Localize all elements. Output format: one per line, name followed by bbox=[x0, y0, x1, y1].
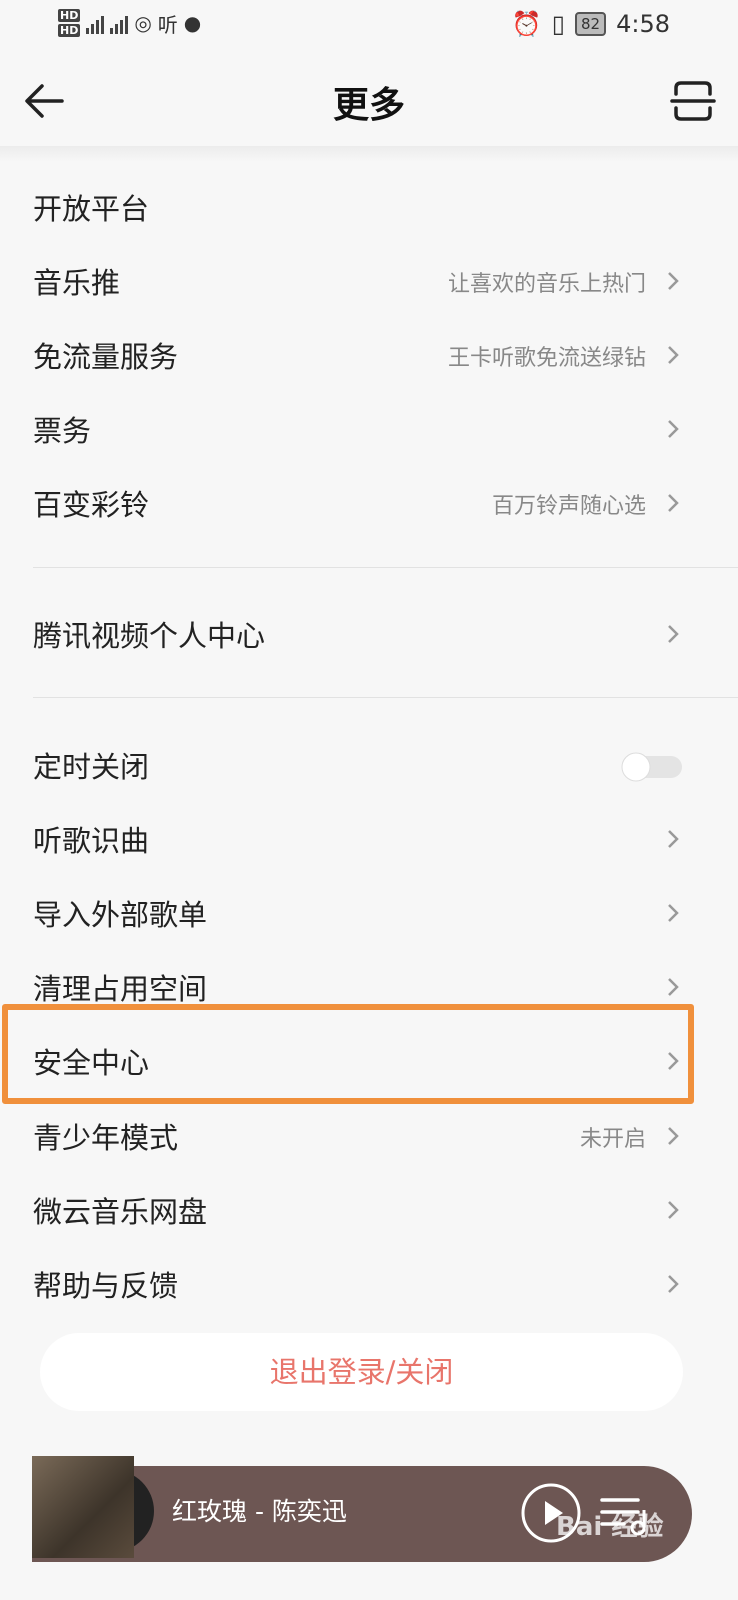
chevron-right-icon bbox=[668, 978, 679, 996]
page-title: 更多 bbox=[332, 85, 405, 126]
status-bar: HD HD ◎ 听 ● ⏰ ▯ 82 4:58 bbox=[0, 0, 738, 56]
menu-item-label: 清理占用空间 bbox=[33, 972, 208, 1006]
battery-indicator: 82 bbox=[575, 12, 607, 36]
section-divider bbox=[33, 567, 738, 568]
status-right: ⏰ ▯ 82 4:58 bbox=[512, 10, 670, 38]
status-left: HD HD ◎ 听 ● bbox=[58, 8, 201, 38]
menu-item-import-playlist[interactable]: 导入外部歌单 bbox=[0, 876, 738, 950]
chevron-right-icon bbox=[668, 346, 679, 364]
scan-icon[interactable] bbox=[670, 78, 716, 124]
logout-label: 退出登录/关闭 bbox=[269, 1355, 454, 1389]
menu-item-help-feedback[interactable]: 帮助与反馈 bbox=[0, 1247, 738, 1321]
now-playing-title[interactable]: 红玫瑰 - 陈奕迅 bbox=[172, 1492, 347, 1528]
highlight-box bbox=[2, 1004, 694, 1104]
menu-item-label: 帮助与反馈 bbox=[33, 1269, 179, 1303]
menu-item-label: 定时关闭 bbox=[33, 750, 150, 784]
hd-badges: HD HD bbox=[58, 8, 81, 38]
listen-app-icon: 听 bbox=[157, 12, 178, 37]
menu-item-label: 音乐推 bbox=[33, 266, 121, 300]
chevron-right-icon bbox=[668, 272, 679, 290]
menu-item-youth-mode[interactable]: 青少年模式 未开启 bbox=[0, 1099, 738, 1173]
hd-badge: HD bbox=[58, 9, 81, 22]
vibrate-icon: ▯ bbox=[551, 10, 565, 38]
album-cover[interactable] bbox=[32, 1456, 134, 1558]
menu-item-tencent-video[interactable]: 腾讯视频个人中心 bbox=[0, 597, 738, 671]
menu-item-music-push[interactable]: 音乐推 让喜欢的音乐上热门 bbox=[0, 244, 738, 318]
menu-item-tickets[interactable]: 票务 bbox=[0, 392, 738, 466]
menu-item-ringtone[interactable]: 百变彩铃 百万铃声随心选 bbox=[0, 466, 738, 540]
menu-item-label: 开放平台 bbox=[33, 192, 150, 226]
menu-item-song-recognize[interactable]: 听歌识曲 bbox=[0, 802, 738, 876]
globe-icon: ● bbox=[183, 11, 202, 35]
signal-icon bbox=[86, 12, 105, 34]
menu-item-free-traffic[interactable]: 免流量服务 王卡听歌免流送绿钻 bbox=[0, 318, 738, 392]
menu-item-open-platform[interactable]: 开放平台 bbox=[0, 170, 738, 244]
menu-item-value: 让喜欢的音乐上热门 bbox=[447, 272, 646, 297]
menu-item-value: 未开启 bbox=[579, 1127, 646, 1152]
timer-toggle[interactable] bbox=[620, 752, 684, 782]
menu-item-label: 微云音乐网盘 bbox=[33, 1195, 208, 1229]
chevron-right-icon bbox=[668, 420, 679, 438]
chevron-right-icon bbox=[668, 830, 679, 848]
chevron-right-icon bbox=[668, 1127, 679, 1145]
menu-item-label: 听歌识曲 bbox=[33, 824, 150, 858]
menu-item-label: 导入外部歌单 bbox=[33, 898, 208, 932]
menu-item-label: 青少年模式 bbox=[33, 1121, 179, 1155]
menu-item-label: 票务 bbox=[33, 414, 92, 448]
signal-icon bbox=[110, 12, 129, 34]
chevron-right-icon bbox=[668, 1201, 679, 1219]
menu-item-timer-close[interactable]: 定时关闭 bbox=[0, 728, 738, 802]
menu-item-label: 腾讯视频个人中心 bbox=[33, 619, 266, 653]
section-divider bbox=[33, 697, 738, 698]
menu-item-value: 王卡听歌免流送绿钻 bbox=[447, 346, 646, 371]
hd-badge: HD bbox=[58, 24, 81, 37]
logout-button[interactable]: 退出登录/关闭 bbox=[40, 1333, 683, 1411]
chevron-right-icon bbox=[668, 494, 679, 512]
chevron-right-icon bbox=[668, 904, 679, 922]
hotspot-icon: ◎ bbox=[134, 11, 152, 35]
watermark: Bai 经验 bbox=[556, 1512, 664, 1542]
alarm-icon: ⏰ bbox=[511, 10, 542, 38]
chevron-right-icon bbox=[668, 1275, 679, 1293]
menu-item-value: 百万铃声随心选 bbox=[491, 494, 646, 519]
chevron-right-icon bbox=[668, 625, 679, 643]
header: 更多 bbox=[0, 56, 738, 146]
menu-item-weiyun-disk[interactable]: 微云音乐网盘 bbox=[0, 1173, 738, 1247]
clock: 4:58 bbox=[616, 10, 670, 38]
menu-item-label: 免流量服务 bbox=[33, 340, 179, 374]
menu-item-label: 百变彩铃 bbox=[33, 488, 150, 522]
header-shadow bbox=[0, 146, 738, 162]
